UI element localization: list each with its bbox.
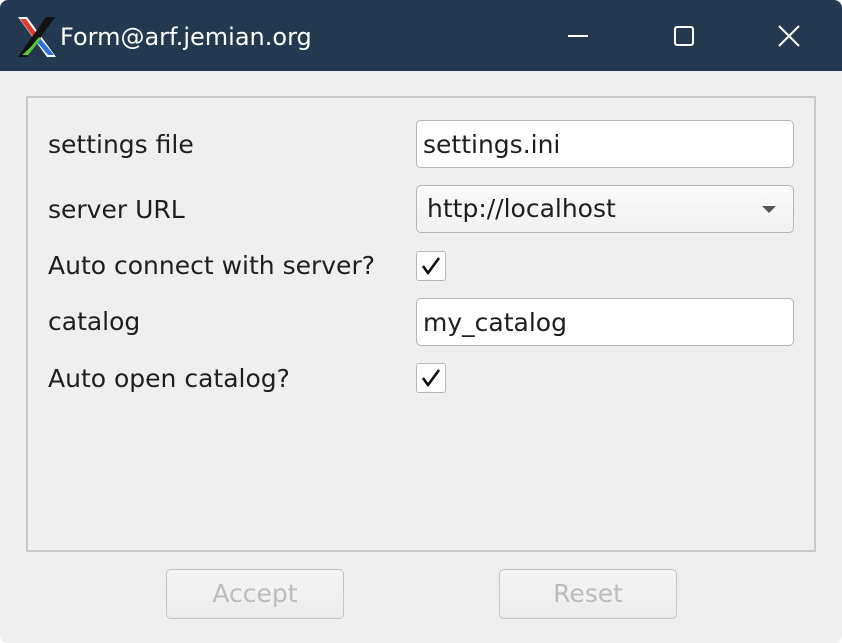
checkmark-icon (421, 369, 441, 387)
accept-button[interactable]: Accept (166, 569, 344, 619)
minimize-button[interactable] (554, 12, 602, 60)
auto-connect-checkbox[interactable] (416, 251, 446, 281)
auto-connect-label: Auto connect with server? (48, 251, 375, 280)
settings-file-input[interactable] (416, 120, 794, 168)
server-url-combobox[interactable]: http://localhost (416, 185, 794, 233)
server-url-value: http://localhost (427, 194, 616, 223)
chevron-down-icon (762, 206, 776, 213)
auto-open-checkbox[interactable] (416, 363, 446, 393)
maximize-icon (674, 26, 694, 46)
auto-open-label: Auto open catalog? (48, 364, 290, 393)
close-icon (778, 25, 800, 47)
x-logo-icon (18, 17, 56, 57)
form-window: Form@arf.jemian.org settings file server… (0, 0, 842, 643)
catalog-label: catalog (48, 307, 141, 336)
settings-file-label: settings file (48, 130, 194, 159)
checkmark-icon (421, 257, 441, 275)
close-button[interactable] (765, 12, 813, 60)
window-title: Form@arf.jemian.org (60, 23, 312, 51)
maximize-button[interactable] (660, 12, 708, 60)
reset-button[interactable]: Reset (499, 569, 677, 619)
catalog-input[interactable] (416, 298, 794, 346)
server-url-label: server URL (48, 195, 185, 224)
minimize-icon (568, 35, 588, 37)
title-bar[interactable]: Form@arf.jemian.org (0, 0, 842, 71)
